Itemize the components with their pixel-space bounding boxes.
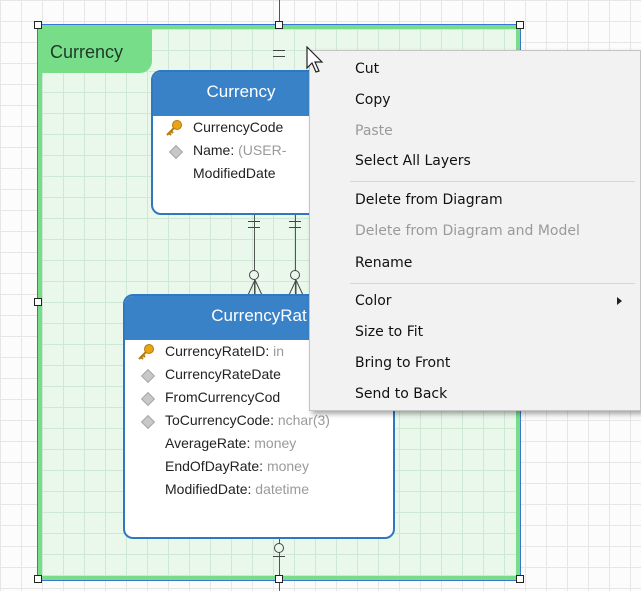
menu-item-label: Delete from Diagram and Model bbox=[355, 223, 580, 239]
menu-item-delete-from-diagram[interactable]: Delete from Diagram bbox=[310, 186, 640, 216]
field-type: in bbox=[269, 343, 285, 359]
layer-title-tab[interactable]: Currency bbox=[42, 29, 152, 73]
menu-item-label: Delete from Diagram bbox=[355, 192, 503, 208]
table-name: Currency bbox=[206, 82, 276, 101]
menu-item-color[interactable]: Color bbox=[310, 287, 640, 317]
menu-item-delete-from-diagram-and-model[interactable]: Delete from Diagram and Model bbox=[310, 217, 640, 247]
field-name: Name bbox=[193, 142, 231, 158]
one-marker bbox=[248, 221, 260, 222]
menu-item-rename[interactable]: Rename bbox=[310, 249, 640, 279]
resize-handle-bottom-right[interactable] bbox=[516, 575, 524, 583]
one-marker bbox=[273, 56, 285, 57]
diamond-icon bbox=[140, 368, 156, 384]
menu-item-label: Paste bbox=[355, 123, 393, 139]
menu-item-label: Color bbox=[355, 293, 392, 309]
context-menu: Cut Copy Paste Select All Layers Delete … bbox=[309, 50, 641, 411]
menu-separator bbox=[350, 181, 635, 182]
menu-item-label: Size to Fit bbox=[355, 324, 424, 340]
diamond-icon bbox=[140, 414, 156, 430]
menu-item-bring-to-front[interactable]: Bring to Front bbox=[310, 349, 640, 379]
resize-handle-middle-left[interactable] bbox=[34, 298, 42, 306]
table-header[interactable]: Currency bbox=[153, 72, 329, 116]
one-marker bbox=[289, 227, 301, 228]
zero-marker bbox=[290, 270, 300, 280]
field-name: ModifiedDate bbox=[193, 165, 276, 181]
layer-title: Currency bbox=[50, 42, 124, 62]
menu-item-copy[interactable]: Copy bbox=[310, 86, 640, 116]
menu-item-label: Select All Layers bbox=[355, 153, 471, 169]
diamond-icon bbox=[140, 391, 156, 407]
one-marker bbox=[273, 556, 285, 557]
zero-marker bbox=[274, 543, 284, 553]
zero-marker bbox=[249, 270, 259, 280]
menu-item-send-to-back[interactable]: Send to Back bbox=[310, 380, 640, 410]
field-type: (USER- bbox=[234, 142, 287, 158]
field-name: CurrencyRateID bbox=[165, 343, 266, 359]
field-row[interactable]: Name: (USER- bbox=[153, 139, 329, 162]
field-type: datetime bbox=[251, 481, 309, 497]
menu-separator bbox=[350, 283, 635, 284]
table-name: CurrencyRat bbox=[211, 306, 307, 325]
chevron-right-icon bbox=[617, 297, 622, 305]
resize-handle-top-left[interactable] bbox=[34, 21, 42, 29]
field-row[interactable]: EndOfDayRate: money bbox=[125, 455, 393, 478]
field-row[interactable]: ModifiedDate bbox=[153, 162, 329, 185]
menu-item-label: Cut bbox=[355, 61, 380, 77]
menu-item-paste[interactable]: Paste bbox=[310, 117, 640, 147]
one-marker bbox=[289, 221, 301, 222]
field-name: ToCurrencyCode bbox=[165, 412, 271, 428]
key-icon bbox=[138, 344, 154, 360]
field-row[interactable]: ModifiedDate: datetime bbox=[125, 478, 393, 501]
field-row[interactable]: ToCurrencyCode: nchar(3) bbox=[125, 409, 393, 432]
one-marker bbox=[273, 50, 285, 51]
menu-item-label: Rename bbox=[355, 255, 413, 271]
field-type: money bbox=[263, 458, 309, 474]
resize-handle-top-center[interactable] bbox=[275, 21, 283, 29]
field-row[interactable]: AverageRate: money bbox=[125, 432, 393, 455]
key-icon bbox=[166, 120, 182, 136]
field-name: FromCurrencyCod bbox=[165, 389, 281, 405]
table-currency[interactable]: Currency CurrencyCode Name: (USER- Modif… bbox=[151, 70, 331, 215]
menu-item-label: Send to Back bbox=[355, 386, 448, 402]
field-name: ModifiedDate bbox=[165, 481, 248, 497]
field-type: nchar(3) bbox=[273, 412, 330, 428]
menu-item-select-all-layers[interactable]: Select All Layers bbox=[310, 147, 640, 177]
field-name: EndOfDayRate bbox=[165, 458, 260, 474]
resize-handle-bottom-left[interactable] bbox=[34, 575, 42, 583]
field-row[interactable]: CurrencyCode bbox=[153, 116, 329, 139]
field-name: AverageRate bbox=[165, 435, 247, 451]
field-name: CurrencyCode bbox=[193, 119, 284, 135]
resize-handle-top-right[interactable] bbox=[516, 21, 524, 29]
one-marker bbox=[248, 227, 260, 228]
field-name: CurrencyRateDate bbox=[165, 366, 281, 382]
field-type: money bbox=[250, 435, 297, 451]
mouse-pointer-icon bbox=[306, 46, 324, 73]
menu-item-cut[interactable]: Cut bbox=[310, 55, 640, 85]
menu-item-size-to-fit[interactable]: Size to Fit bbox=[310, 318, 640, 348]
diamond-icon bbox=[168, 144, 184, 160]
menu-item-label: Copy bbox=[355, 92, 391, 108]
resize-handle-bottom-center[interactable] bbox=[275, 575, 283, 583]
menu-item-label: Bring to Front bbox=[355, 355, 451, 371]
